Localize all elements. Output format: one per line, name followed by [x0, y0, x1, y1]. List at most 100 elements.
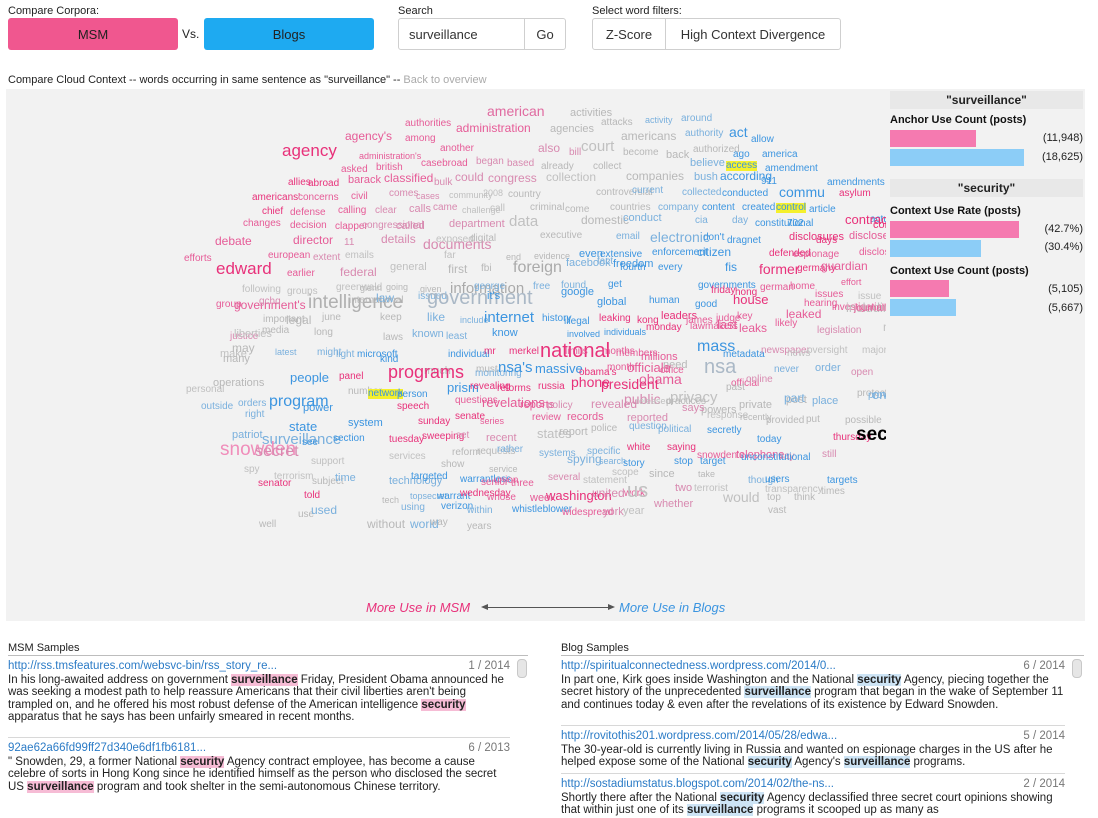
- cloud-word[interactable]: don't: [703, 233, 724, 243]
- cloud-word[interactable]: collected: [682, 188, 721, 198]
- cloud-word[interactable]: power: [303, 403, 333, 414]
- cloud-word[interactable]: united: [592, 487, 625, 499]
- cloud-word[interactable]: digital: [470, 234, 496, 244]
- cloud-word[interactable]: free: [533, 282, 550, 292]
- cloud-word[interactable]: may: [232, 342, 255, 354]
- cloud-word[interactable]: executive: [540, 231, 582, 241]
- cloud-word[interactable]: sunday: [418, 417, 450, 427]
- cloud-word[interactable]: legal: [286, 314, 311, 326]
- cloud-word[interactable]: fbi: [481, 264, 492, 274]
- cloud-word[interactable]: bulk: [434, 178, 452, 188]
- cloud-word[interactable]: mr: [484, 347, 496, 357]
- cloud-word[interactable]: following: [242, 285, 281, 295]
- cloud-word[interactable]: major: [862, 346, 886, 356]
- cloud-word[interactable]: act: [729, 125, 748, 139]
- cloud-word[interactable]: programs: [388, 363, 464, 381]
- cloud-word[interactable]: content: [702, 203, 735, 213]
- cloud-word[interactable]: still: [822, 450, 836, 460]
- cloud-word[interactable]: federal: [340, 266, 377, 278]
- cloud-word[interactable]: spy: [244, 465, 260, 475]
- cloud-word[interactable]: unconstitutional: [741, 453, 811, 463]
- cloud-word[interactable]: agency: [282, 142, 337, 159]
- cloud-word[interactable]: department: [449, 219, 505, 230]
- cloud-word[interactable]: journalists: [854, 304, 886, 314]
- cloud-word[interactable]: last: [717, 318, 737, 331]
- cloud-word[interactable]: court: [581, 139, 614, 154]
- sample-url-link[interactable]: http://rss.tmsfeatures.com/websvc-bin/rs…: [8, 660, 510, 673]
- cloud-word[interactable]: around: [681, 114, 712, 124]
- cloud-word[interactable]: russia: [538, 382, 565, 392]
- cloud-word[interactable]: began: [476, 157, 504, 167]
- cloud-word[interactable]: director: [293, 234, 333, 246]
- cloud-word[interactable]: clear: [375, 206, 397, 216]
- cloud-word[interactable]: least: [446, 332, 467, 342]
- cloud-word[interactable]: chief: [262, 207, 283, 217]
- cloud-word[interactable]: google: [561, 287, 594, 298]
- cloud-word[interactable]: support: [311, 457, 344, 467]
- cloud-word[interactable]: provided: [766, 416, 804, 426]
- cloud-word[interactable]: order: [815, 363, 841, 374]
- cloud-word[interactable]: 911: [761, 177, 777, 187]
- cloud-word[interactable]: dragnet: [727, 236, 761, 246]
- cloud-word[interactable]: outside: [201, 402, 233, 412]
- cloud-word[interactable]: legislation: [817, 326, 861, 336]
- cloud-word[interactable]: efforts: [184, 254, 212, 264]
- cloud-word[interactable]: companies: [626, 170, 684, 182]
- cloud-word[interactable]: tuesday: [389, 435, 424, 445]
- cloud-word[interactable]: political: [658, 425, 691, 435]
- cloud-word[interactable]: latest: [275, 347, 297, 357]
- cloud-word[interactable]: electronic: [650, 230, 710, 244]
- cloud-word[interactable]: conduct: [623, 213, 662, 224]
- cloud-word[interactable]: created: [742, 203, 775, 213]
- cloud-word[interactable]: call: [490, 204, 505, 214]
- cloud-word[interactable]: issues: [815, 290, 843, 300]
- cloud-word[interactable]: fis: [725, 261, 737, 273]
- cloud-word[interactable]: day: [732, 216, 748, 226]
- cloud-word[interactable]: june: [322, 313, 341, 323]
- cloud-word[interactable]: changes: [243, 219, 281, 229]
- cloud-word[interactable]: target: [700, 457, 726, 467]
- cloud-word[interactable]: authority: [685, 129, 723, 139]
- cloud-word[interactable]: review: [532, 413, 561, 423]
- cloud-word[interactable]: conducted: [722, 189, 768, 199]
- cloud-word[interactable]: since: [649, 469, 675, 480]
- cloud-word[interactable]: cases: [416, 191, 440, 201]
- cloud-word[interactable]: system: [348, 418, 383, 429]
- cloud-word[interactable]: foreign: [513, 260, 562, 276]
- cloud-word[interactable]: law: [376, 292, 394, 304]
- cloud-word[interactable]: barack: [348, 175, 381, 186]
- cloud-word[interactable]: us: [627, 481, 648, 501]
- cloud-word[interactable]: times: [821, 487, 845, 497]
- cloud-word[interactable]: first: [448, 263, 467, 275]
- cloud-word[interactable]: terrorism: [274, 472, 313, 482]
- cloud-word[interactable]: several: [548, 473, 580, 483]
- cloud-word[interactable]: series: [480, 416, 504, 426]
- sample-url-link[interactable]: http://sostadiumstatus.blogspot.com/2014…: [561, 778, 1065, 791]
- cloud-word[interactable]: former: [759, 262, 799, 276]
- cloud-word[interactable]: place: [812, 396, 838, 407]
- cloud-word[interactable]: believe: [690, 158, 725, 169]
- cloud-word[interactable]: european: [268, 251, 310, 261]
- cloud-word[interactable]: abroad: [308, 179, 339, 189]
- cloud-word[interactable]: past: [726, 383, 745, 393]
- cloud-word[interactable]: administration: [456, 122, 531, 134]
- cloud-word[interactable]: friday: [711, 286, 735, 296]
- cloud-word[interactable]: massive: [535, 362, 583, 375]
- cloud-word[interactable]: american: [487, 104, 545, 118]
- cloud-word[interactable]: see: [302, 438, 318, 448]
- sample-url-link[interactable]: 92ae62a66fd99ff27d340e6df1fb6181...: [8, 742, 510, 755]
- cloud-word[interactable]: concerns: [298, 193, 339, 203]
- cloud-word[interactable]: orders: [238, 399, 266, 409]
- cloud-word[interactable]: targeted: [411, 472, 448, 482]
- cloud-word[interactable]: long: [314, 328, 333, 338]
- search-input[interactable]: [398, 18, 525, 50]
- cloud-word[interactable]: records: [567, 412, 604, 423]
- cloud-word[interactable]: house: [733, 293, 768, 306]
- cloud-word[interactable]: keep: [380, 313, 402, 323]
- cloud-word[interactable]: rather: [497, 445, 523, 455]
- cloud-word[interactable]: classified: [384, 172, 433, 184]
- cloud-word[interactable]: involved: [567, 329, 600, 339]
- cloud-word[interactable]: amendment: [765, 164, 818, 174]
- cloud-word[interactable]: year: [623, 506, 644, 517]
- cloud-word[interactable]: well: [259, 520, 276, 530]
